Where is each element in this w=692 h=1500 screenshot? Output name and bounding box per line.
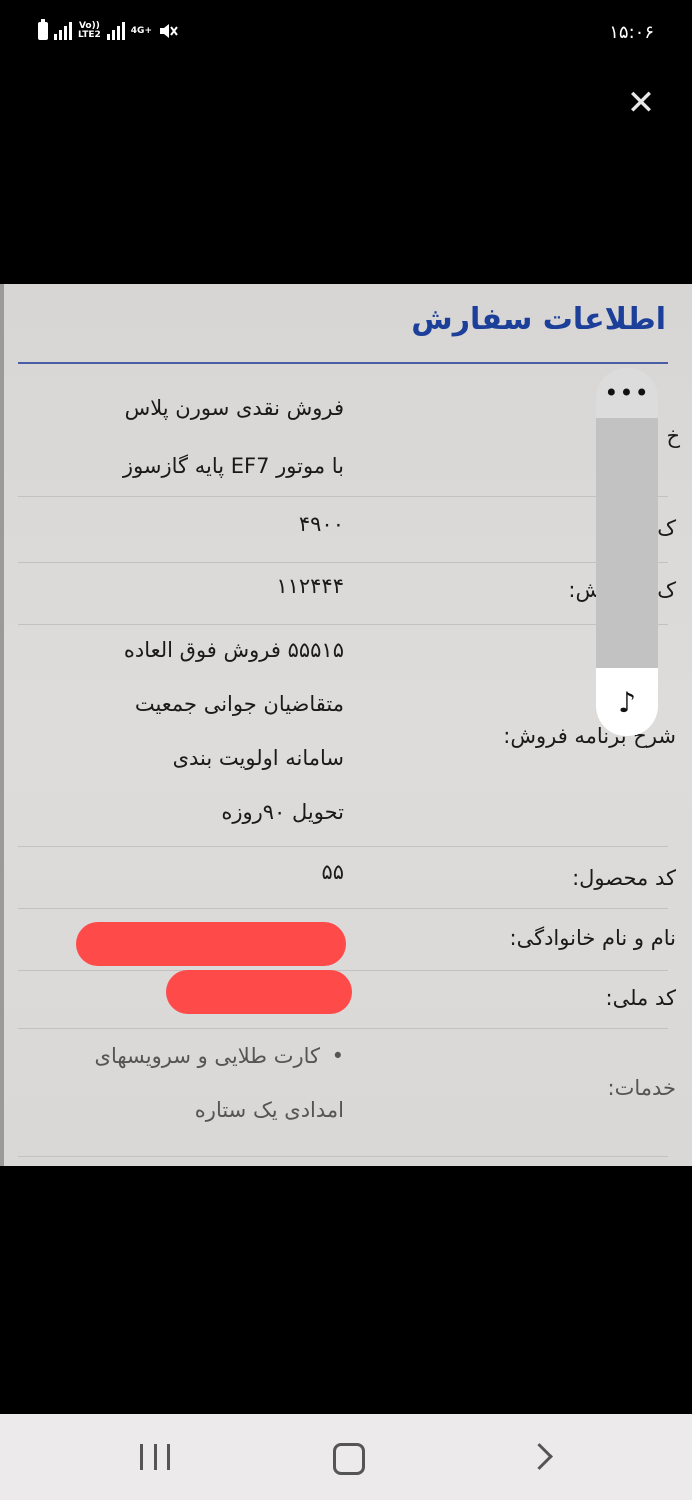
back-icon[interactable] [526, 1443, 553, 1470]
panel-drag-area[interactable] [596, 418, 658, 668]
services-bullet: • [331, 1044, 344, 1068]
sale-code-value: ۱۱۲۴۴۴ [276, 574, 344, 598]
status-icons: Vo)) LTE2 4G+ [38, 19, 178, 40]
clock: ۱۵:۰۶ [609, 22, 654, 43]
network-type-label: 4G+ [130, 25, 152, 36]
navigation-bar [0, 1414, 692, 1500]
home-icon[interactable] [333, 1443, 365, 1475]
desc-line-3: سامانه اولویت بندی [172, 746, 344, 770]
recent-apps-icon[interactable] [140, 1444, 170, 1470]
product-line-2: با موتور EF7 پایه گازسوز [122, 454, 344, 478]
photo-content: اطلاعات سفارش خ فروش نقدی سورن پلاس با م… [0, 284, 692, 1166]
services-line-1: کارت طلایی و سرویسهای [94, 1044, 320, 1068]
program-code-value: ۴۹۰۰ [298, 512, 344, 536]
desc-line-2: متقاضیان جوانی جمعیت [134, 692, 344, 716]
row-divider [18, 970, 668, 971]
row-divider [18, 908, 668, 909]
signal-icon [54, 22, 72, 40]
row-divider [18, 1028, 668, 1029]
page-title: اطلاعات سفارش [411, 302, 666, 337]
status-bar: Vo)) LTE2 4G+ ۱۵:۰۶ [0, 0, 692, 70]
partial-label: خ [666, 424, 680, 448]
mute-icon [158, 22, 178, 40]
row-divider [18, 562, 668, 563]
row-divider [18, 1156, 668, 1157]
name-label: نام و نام خانوادگی: [509, 926, 677, 950]
row-divider [18, 624, 668, 625]
desc-line-1: ۵۵۵۱۵ فروش فوق العاده [123, 638, 344, 662]
row-divider [18, 846, 668, 847]
volte-indicator: Vo)) LTE2 [78, 22, 101, 40]
close-icon[interactable]: ✕ [622, 84, 660, 122]
product-line-1: فروش نقدی سورن پلاس [124, 396, 344, 420]
services-label: خدمات: [607, 1076, 677, 1100]
signal-icon-2 [106, 22, 125, 40]
more-options-icon[interactable]: ••• [596, 368, 658, 418]
desc-line-4: تحویل ۹۰روزه [221, 800, 344, 824]
photo-edge [0, 284, 4, 1166]
product-code-value: ۵۵ [321, 860, 344, 884]
product-code-label: کد محصول: [572, 866, 676, 890]
services-line-2: امدادی یک ستاره [194, 1098, 344, 1122]
title-divider [18, 362, 668, 364]
redaction-mark [76, 922, 346, 966]
redaction-mark [166, 970, 352, 1014]
lte-label: LTE2 [78, 30, 101, 40]
music-note-icon[interactable]: ♪ [596, 668, 658, 736]
floating-media-panel[interactable]: ••• ♪ [596, 368, 658, 736]
row-divider [18, 496, 668, 497]
national-id-label: کد ملی: [605, 986, 676, 1010]
battery-icon [38, 19, 48, 40]
